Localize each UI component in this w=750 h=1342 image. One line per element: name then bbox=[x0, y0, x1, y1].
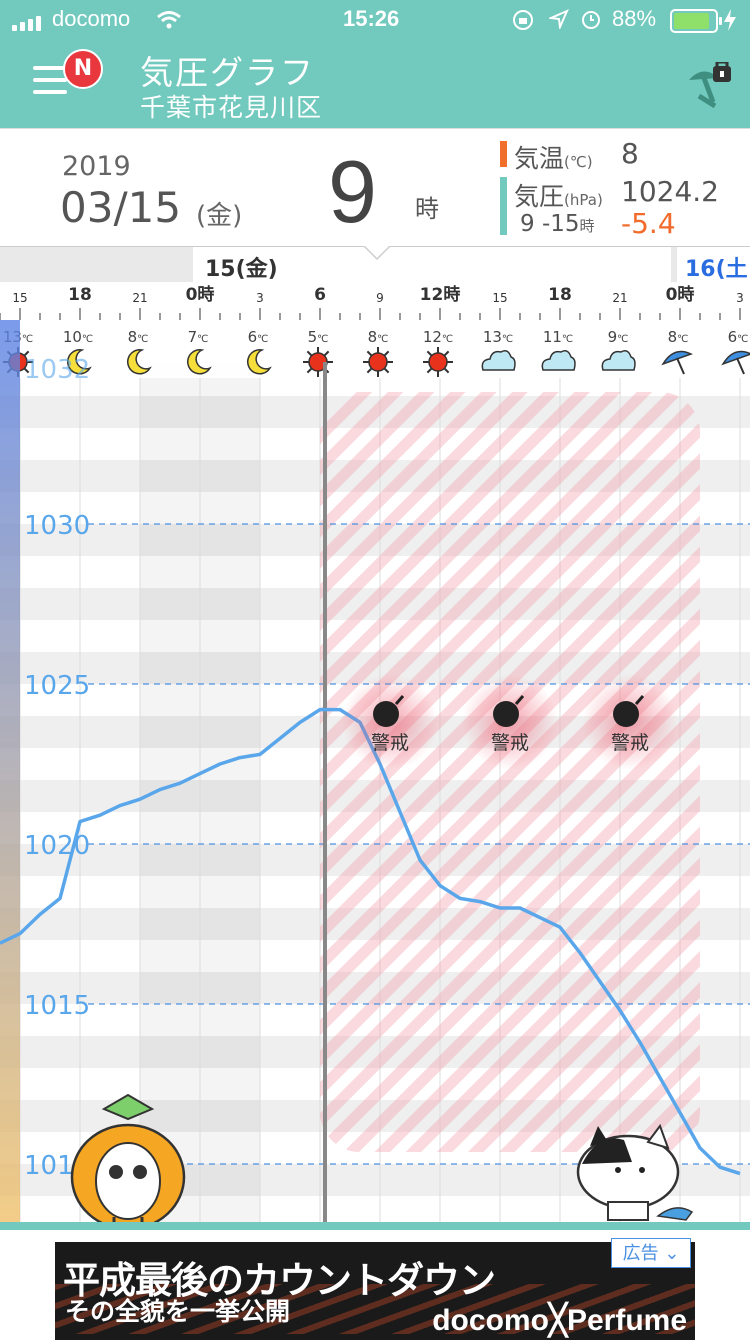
forecast-temp-unit: ℃ bbox=[562, 334, 573, 345]
temp-label: 気温(℃) bbox=[514, 144, 593, 173]
forecast-temp-unit: ℃ bbox=[22, 334, 33, 345]
warning-marker: 警戒 bbox=[462, 674, 558, 770]
carrier-label: docomo bbox=[52, 6, 131, 31]
hour-unit: 時 bbox=[415, 195, 439, 223]
forecast-temp-unit: ℃ bbox=[317, 334, 328, 345]
current-pointer bbox=[363, 245, 391, 260]
ad-banner[interactable]: 平成最後のカウントダウン その全貌を一挙公開 docomo╳Perfume bbox=[55, 1242, 695, 1340]
hour-tick-label: 21 bbox=[612, 291, 627, 305]
forecast-temp-unit: ℃ bbox=[257, 334, 268, 345]
change-range: 9 -15時 bbox=[520, 211, 595, 237]
rotation-lock-icon bbox=[513, 10, 533, 30]
warning-region bbox=[320, 392, 700, 1152]
left-edge-strip bbox=[0, 320, 20, 1222]
forecast-temp-unit: ℃ bbox=[377, 334, 388, 345]
hour-tick-label: 3 bbox=[736, 291, 744, 305]
ytick-label: 1020 bbox=[24, 831, 90, 861]
year: 2019 bbox=[62, 151, 131, 182]
ad-brand: docomo╳Perfume bbox=[432, 1304, 687, 1337]
warning-label: 警戒 bbox=[611, 732, 649, 754]
hour-tick-label: 9 bbox=[376, 291, 384, 305]
hour-tick-label: 12時 bbox=[420, 284, 461, 305]
ad-area: 平成最後のカウントダウン その全貌を一挙公開 docomo╳Perfume 広告… bbox=[0, 1222, 750, 1342]
battery-percent: 88% bbox=[612, 6, 657, 31]
hour-tick-label: 15 bbox=[492, 291, 507, 305]
weekday: (金) bbox=[196, 201, 243, 231]
forecast-temp-unit: ℃ bbox=[677, 334, 688, 345]
hour-tick-band bbox=[0, 282, 750, 320]
forecast-temp-unit: ℃ bbox=[737, 334, 748, 345]
warning-label: 警戒 bbox=[371, 732, 409, 754]
alarm-icon bbox=[582, 11, 600, 29]
location-icon bbox=[549, 9, 569, 29]
forecast-temp-unit: ℃ bbox=[137, 334, 148, 345]
signal-icon bbox=[12, 12, 44, 31]
ytick-label: 1030 bbox=[24, 511, 90, 541]
battery-icon bbox=[670, 9, 722, 33]
warning-marker: 警戒 bbox=[342, 674, 438, 770]
wifi-icon bbox=[157, 11, 181, 29]
pressure-marker bbox=[500, 177, 507, 235]
ytick-label-partial: 1032 bbox=[24, 355, 90, 385]
hour-tick-label: 0時 bbox=[666, 284, 695, 305]
forecast-temp-unit: ℃ bbox=[197, 334, 208, 345]
charging-icon bbox=[724, 9, 736, 31]
bomb-icon bbox=[373, 701, 399, 727]
forecast-temp-unit: ℃ bbox=[617, 334, 628, 345]
forecast-temp-unit: ℃ bbox=[82, 334, 93, 345]
temp-value: 8 bbox=[621, 137, 639, 170]
bomb-icon bbox=[613, 701, 639, 727]
info-panel: 2019 03/15 (金) 9 時 気温(℃) 8 気圧(hPa) 1024.… bbox=[0, 128, 750, 247]
pressure-label: 気圧(hPa) bbox=[514, 182, 603, 211]
warning-label: 警戒 bbox=[491, 732, 529, 754]
clock: 15:26 bbox=[343, 6, 400, 31]
ad-tag-button[interactable]: 広告 ⌄ bbox=[611, 1238, 691, 1268]
date: 03/15 bbox=[60, 183, 182, 232]
bomb-icon bbox=[493, 701, 519, 727]
ad-subline: その全貌を一挙公開 bbox=[65, 1297, 291, 1326]
pressure-change: -5.4 bbox=[621, 207, 676, 240]
warning-marker: 警戒 bbox=[582, 674, 678, 770]
forecast-temp-unit: ℃ bbox=[442, 334, 453, 345]
sun-icon bbox=[303, 347, 333, 377]
hour-tick-label: 6 bbox=[314, 285, 326, 305]
app-header: docomo 15:26 88% N 気圧グラフ 千葉市花見川区 bbox=[0, 0, 750, 128]
hour-tick-label: 21 bbox=[132, 291, 147, 305]
ytick-label: 1025 bbox=[24, 671, 90, 701]
location-name[interactable]: 千葉市花見川区 bbox=[140, 88, 322, 124]
hour-tick-label: 18 bbox=[68, 285, 92, 305]
forecast-temp-unit: ℃ bbox=[502, 334, 513, 345]
sun-icon bbox=[363, 347, 393, 377]
pressure-value: 1024.2 bbox=[621, 175, 719, 208]
umbrella-lock-icon[interactable] bbox=[685, 62, 735, 110]
temp-marker bbox=[500, 141, 507, 167]
hour-tick-label: 15 bbox=[12, 291, 27, 305]
menu-button[interactable] bbox=[33, 66, 67, 94]
day-label-2[interactable]: 16(土 bbox=[677, 247, 750, 283]
sun-icon bbox=[423, 347, 453, 377]
hour-tick-label: 0時 bbox=[186, 284, 215, 305]
pressure-chart[interactable]: 1518210時36912時1518210時313℃10℃8℃7℃6℃5℃8℃1… bbox=[0, 282, 750, 1222]
day-label-1[interactable]: 15(金) bbox=[193, 247, 671, 283]
hour: 9 bbox=[328, 142, 377, 241]
ytick-label: 1015 bbox=[24, 991, 90, 1021]
news-badge[interactable]: N bbox=[63, 49, 103, 89]
page-title: 気圧グラフ bbox=[140, 53, 315, 92]
hour-tick-label: 18 bbox=[548, 285, 572, 305]
hour-tick-label: 3 bbox=[256, 291, 264, 305]
